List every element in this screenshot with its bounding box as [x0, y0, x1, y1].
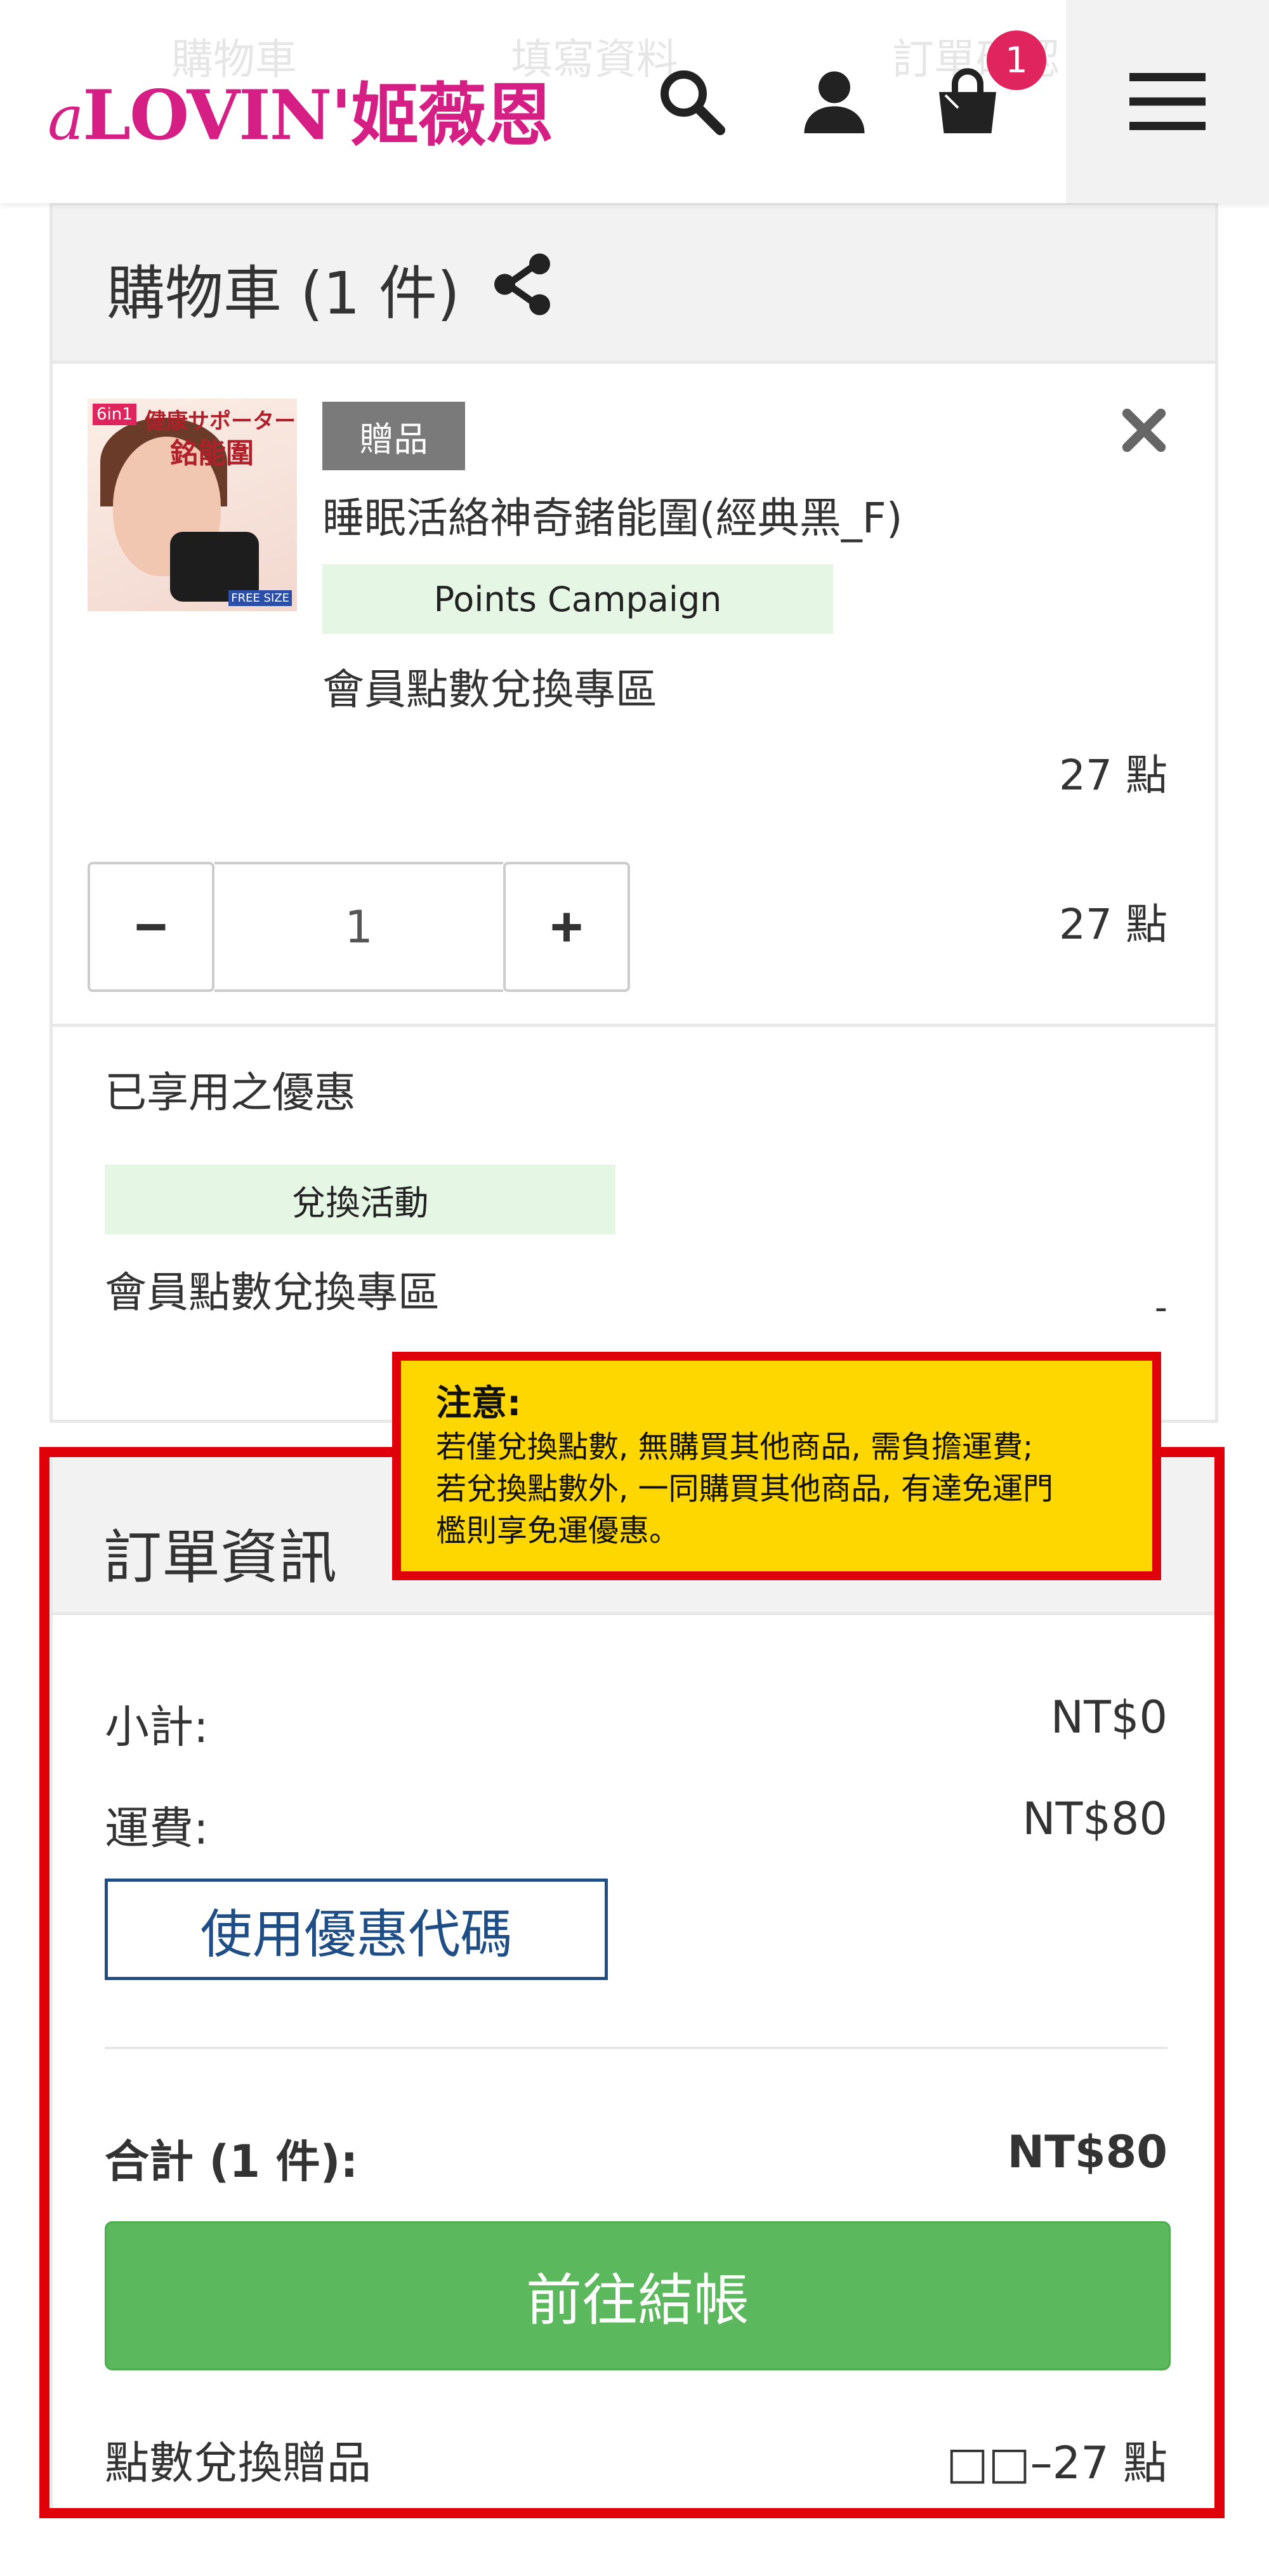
decrease-quantity-button[interactable] [88, 862, 214, 992]
logo-prefix: a [48, 83, 84, 154]
quantity-input[interactable]: 1 [214, 862, 503, 992]
total-value: NT$80 [1007, 2126, 1167, 2178]
divider [53, 1024, 1215, 1027]
notice-line: 若兌換點數外, 一同購買其他商品, 有達免運門 [436, 1471, 1054, 1507]
checkout-button[interactable]: 前往結帳 [105, 2221, 1171, 2370]
shipping-label: 運費: [105, 1802, 209, 1854]
points-redemption-value: □□–27 點 [946, 2437, 1167, 2489]
order-title: 訂單資訊 [103, 1524, 338, 1592]
cart-count-badge: 1 [987, 30, 1046, 90]
order-summary-panel: 訂單資訊 小計: NT$0 運費: NT$80 使用優惠代碼 合計 (1 件):… [49, 1453, 1218, 2513]
menu-icon [1129, 73, 1206, 130]
product-name[interactable]: 睡眠活絡神奇鍺能圍(經典黑_F) [322, 484, 902, 545]
campaign-tag: Points Campaign [322, 564, 833, 634]
points-redemption-label: 點數兌換贈品 [105, 2437, 371, 2489]
notice-callout: 注意: 若僅兌換點數, 無購買其他商品, 需負擔運費; 若兌換點數外, 一同購買… [392, 1352, 1161, 1580]
campaign-description: 會員點數兌換專區 [322, 665, 657, 714]
notice-line: 檻則享免運優惠。 [436, 1513, 680, 1549]
share-icon[interactable] [487, 249, 557, 319]
points-redemption-row: 點數兌換贈品 □□–27 點 [105, 2427, 1167, 2492]
shipping-row: 運費: NT$80 [105, 1793, 1167, 1857]
applied-offer-description: 會員點數兌換專區 [105, 1268, 440, 1317]
plus-icon [552, 913, 581, 941]
notice-line: 若僅兌換點數, 無購買其他商品, 需負擔運費; [436, 1429, 1034, 1465]
logo-text: LOVIN'姬薇恩 [82, 76, 553, 155]
site-header: 購物車 填寫資料 訂單確認 aLOVIN'姬薇恩 1 [0, 0, 1269, 203]
cart-panel: 購物車 (1 件) 6in1 健康サポーター 銘能圍 FREE SIZE 贈品 … [49, 202, 1218, 1423]
thumbnail-line2: 銘能圍 [170, 437, 254, 470]
coupon-code-button[interactable]: 使用優惠代碼 [105, 1879, 608, 1980]
total-row: 合計 (1 件): NT$80 [105, 2126, 1167, 2190]
minus-icon [136, 923, 166, 930]
close-icon[interactable] [1119, 405, 1169, 456]
brand-logo[interactable]: aLOVIN'姬薇恩 [48, 60, 553, 159]
increase-quantity-button[interactable] [503, 862, 630, 992]
line-total-points: 27 點 [1059, 900, 1167, 949]
divider [105, 2047, 1167, 2049]
menu-button[interactable] [1066, 0, 1269, 203]
subtotal-label: 小計: [105, 1701, 209, 1753]
thumbnail-size: FREE SIZE [228, 590, 292, 606]
user-icon[interactable] [796, 63, 872, 140]
shipping-value: NT$80 [1022, 1793, 1167, 1845]
applied-offers-title: 已享用之優惠 [105, 1068, 356, 1117]
cart-header: 購物車 (1 件) [53, 205, 1215, 364]
subtotal-row: 小計: NT$0 [105, 1691, 1167, 1755]
applied-offer-tag: 兌換活動 [105, 1165, 615, 1234]
notice-title: 注意: [436, 1383, 522, 1424]
quantity-stepper: 1 [88, 862, 630, 992]
gift-badge: 贈品 [322, 402, 465, 470]
thumbnail-tag: 6in1 [93, 404, 136, 425]
unit-points: 27 點 [1059, 751, 1167, 800]
search-icon[interactable] [654, 63, 730, 140]
applied-offer-value: - [1154, 1287, 1167, 1328]
product-thumbnail[interactable]: 6in1 健康サポーター 銘能圍 FREE SIZE [88, 399, 297, 611]
subtotal-value: NT$0 [1050, 1691, 1167, 1743]
cart-title: 購物車 (1 件) [107, 260, 460, 327]
total-label: 合計 (1 件): [105, 2136, 358, 2188]
